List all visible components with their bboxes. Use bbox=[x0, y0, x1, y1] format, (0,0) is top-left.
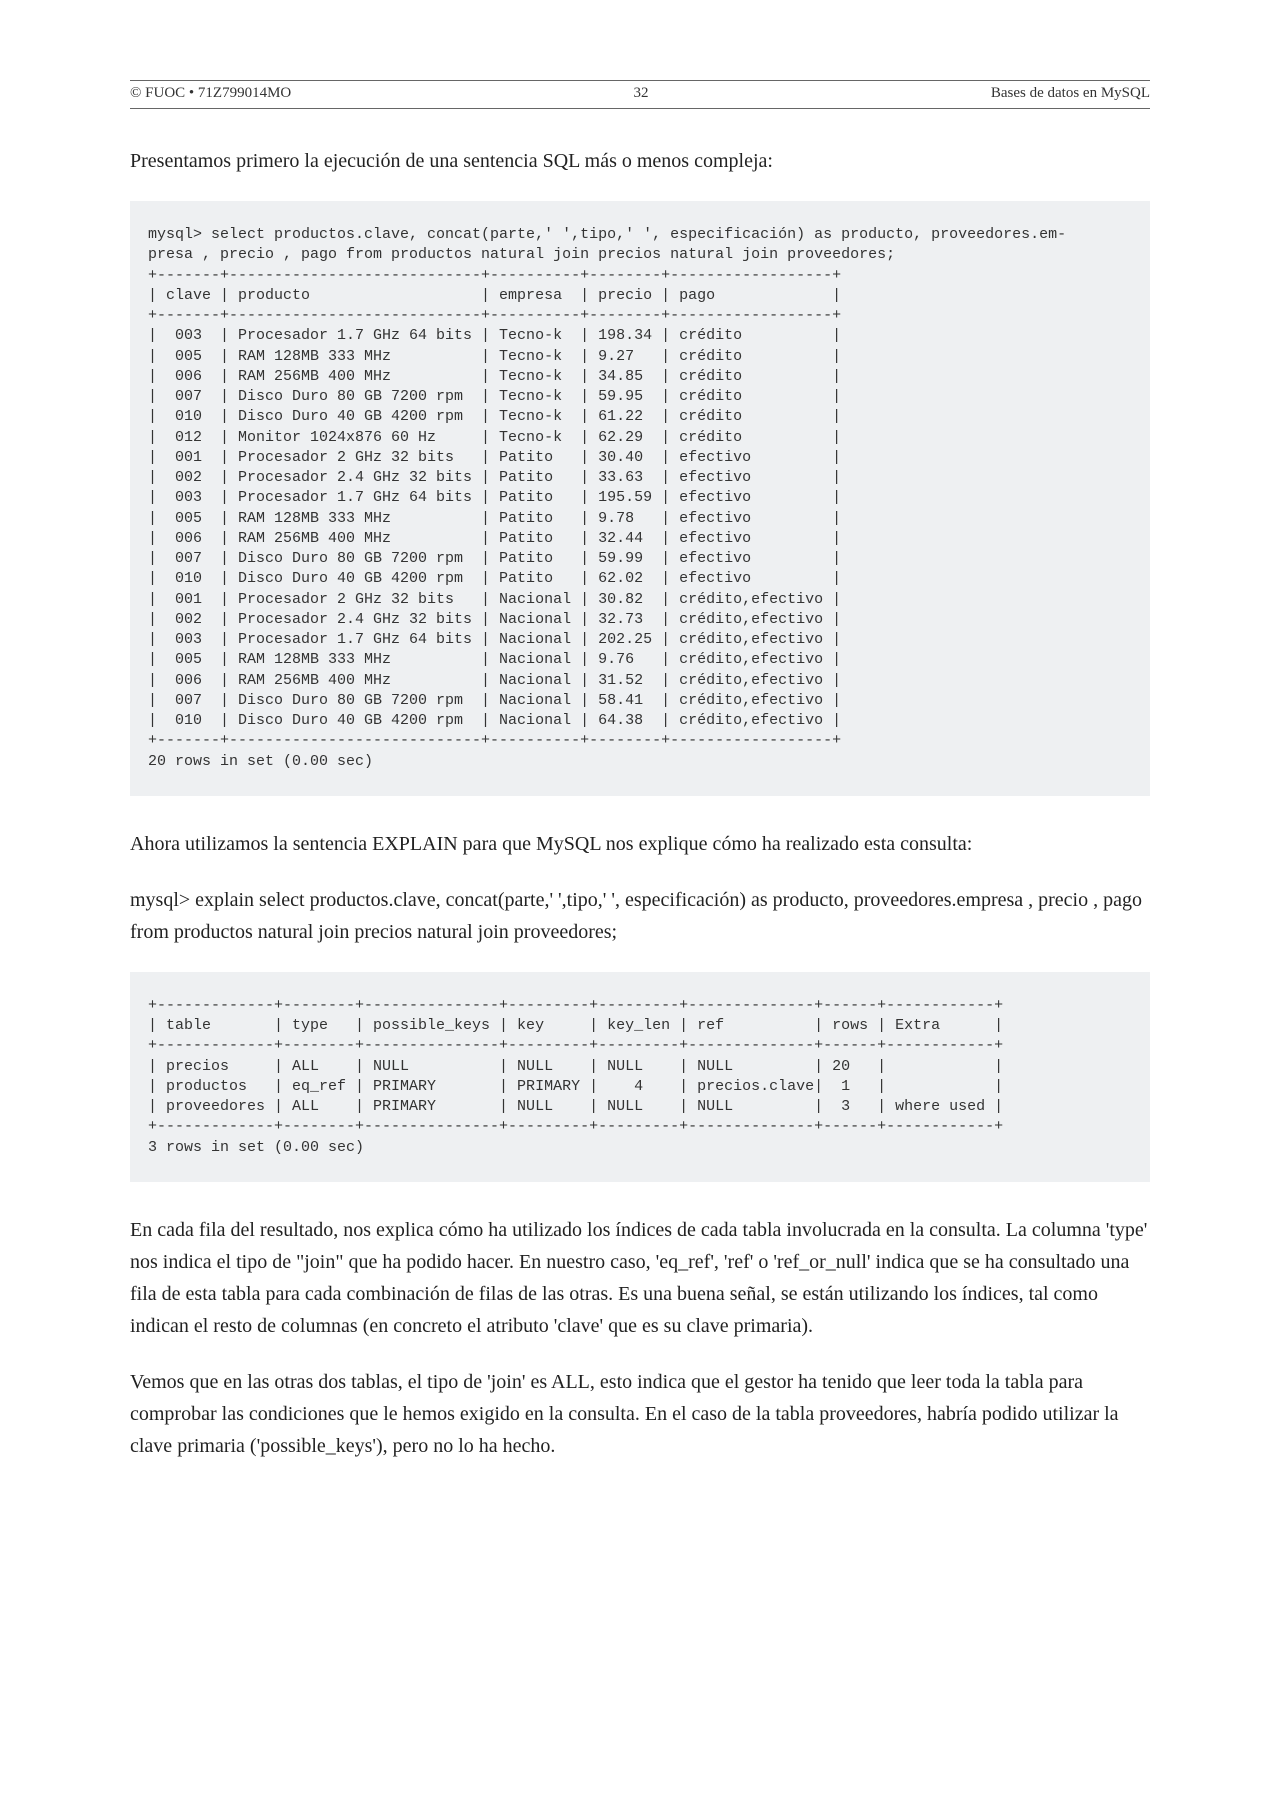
page-header: © FUOC • 71Z799014MO 32 Bases de datos e… bbox=[130, 80, 1150, 109]
explain-intro-paragraph: Ahora utilizamos la sentencia EXPLAIN pa… bbox=[130, 828, 1150, 860]
sql-result-block-1: mysql> select productos.clave, concat(pa… bbox=[130, 201, 1150, 796]
explanation-paragraph-1: En cada fila del resultado, nos explica … bbox=[130, 1214, 1150, 1342]
explain-query-text: mysql> explain select productos.clave, c… bbox=[130, 884, 1150, 948]
sql-result-block-2: +-------------+--------+---------------+… bbox=[130, 972, 1150, 1182]
header-left: © FUOC • 71Z799014MO bbox=[130, 85, 291, 102]
explanation-paragraph-2: Vemos que en las otras dos tablas, el ti… bbox=[130, 1366, 1150, 1462]
header-right: Bases de datos en MySQL bbox=[991, 85, 1150, 102]
intro-paragraph: Presentamos primero la ejecución de una … bbox=[130, 145, 1150, 177]
header-page-number: 32 bbox=[634, 85, 649, 102]
document-page: © FUOC • 71Z799014MO 32 Bases de datos e… bbox=[0, 0, 1280, 1811]
